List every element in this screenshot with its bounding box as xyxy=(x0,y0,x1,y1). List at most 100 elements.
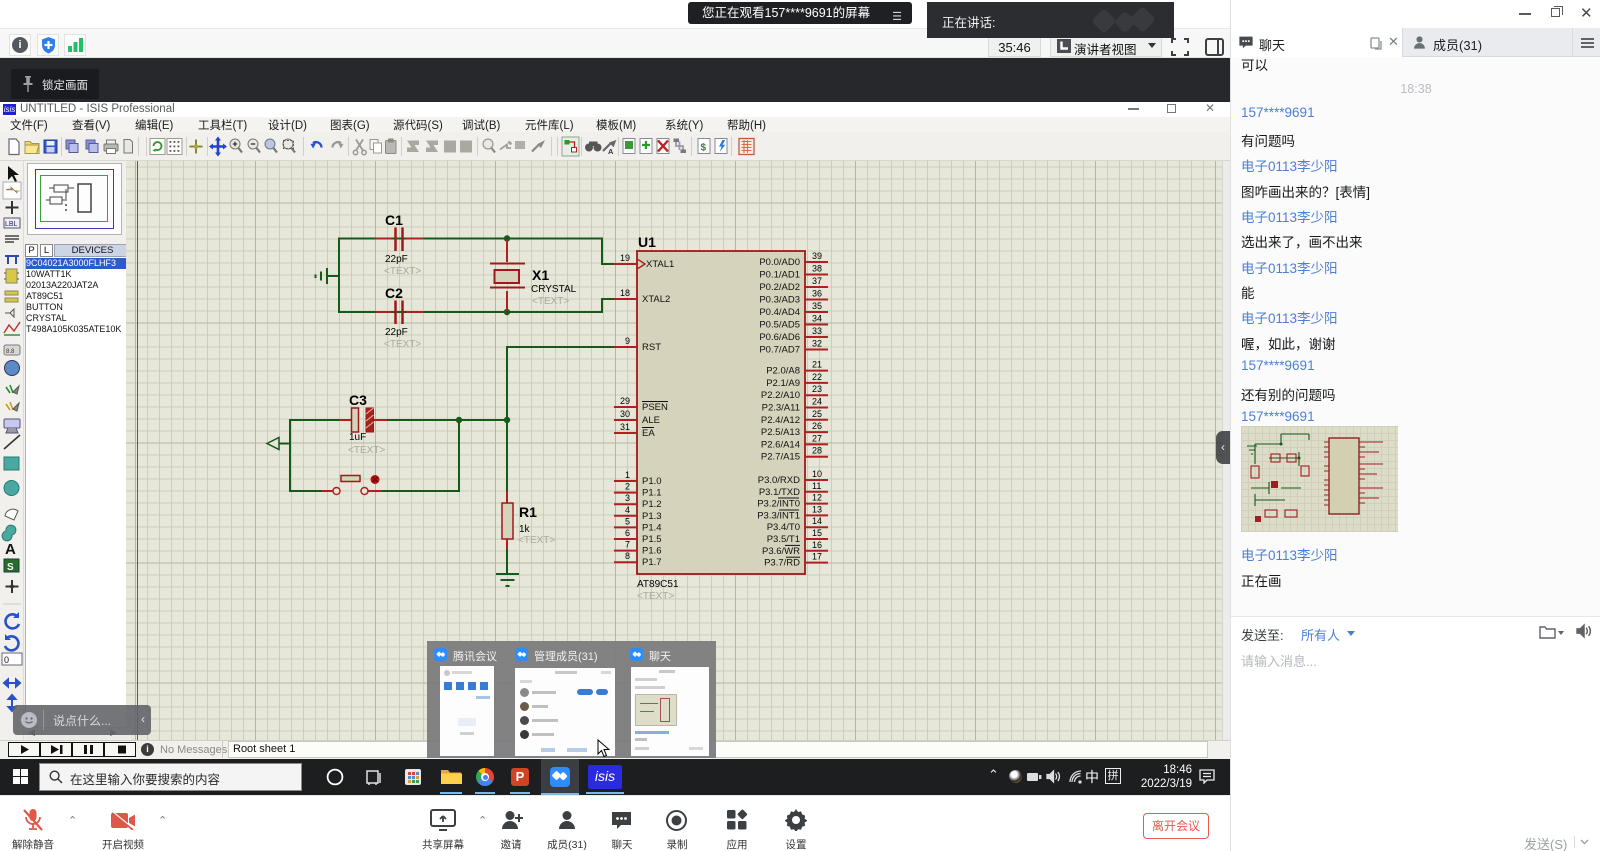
svg-text:P0.5/AD5: P0.5/AD5 xyxy=(759,320,800,331)
svg-text:22pF: 22pF xyxy=(385,327,408,338)
svg-text:P0.4/AD4: P0.4/AD4 xyxy=(759,307,800,318)
svg-text:24: 24 xyxy=(812,397,822,407)
svg-text:<TEXT>: <TEXT> xyxy=(518,535,555,546)
svg-text:19: 19 xyxy=(620,253,630,263)
svg-text:<TEXT>: <TEXT> xyxy=(384,339,421,350)
svg-text:3: 3 xyxy=(625,493,630,503)
svg-text:EA: EA xyxy=(642,428,655,439)
svg-text:P1.4: P1.4 xyxy=(642,522,662,533)
svg-text:1k: 1k xyxy=(519,524,531,535)
svg-text:1uF: 1uF xyxy=(349,432,366,443)
svg-text:XTAL1: XTAL1 xyxy=(646,259,674,270)
svg-text:1: 1 xyxy=(625,470,630,480)
svg-text:<TEXT>: <TEXT> xyxy=(348,445,385,456)
svg-text:LBL: LBL xyxy=(5,221,18,228)
svg-text:15: 15 xyxy=(812,528,822,538)
svg-text:P1.0: P1.0 xyxy=(642,476,662,487)
svg-text:<TEXT>: <TEXT> xyxy=(532,296,569,307)
svg-text:A: A xyxy=(5,541,16,558)
svg-text:31: 31 xyxy=(620,422,630,432)
svg-text:R1: R1 xyxy=(519,504,537,520)
svg-text:P3.4/T0: P3.4/T0 xyxy=(767,522,800,533)
svg-text:22pF: 22pF xyxy=(385,254,408,265)
svg-text:P2.5/A13: P2.5/A13 xyxy=(761,427,800,438)
svg-text:17: 17 xyxy=(812,552,822,562)
svg-text:14: 14 xyxy=(812,516,822,526)
svg-text:ALE: ALE xyxy=(642,415,660,426)
svg-text:34: 34 xyxy=(812,314,822,324)
svg-text:<TEXT>: <TEXT> xyxy=(384,266,421,277)
svg-text:P3.6/WR: P3.6/WR xyxy=(762,546,800,557)
svg-text:P2.7/A15: P2.7/A15 xyxy=(761,452,800,463)
svg-text:<TEXT>: <TEXT> xyxy=(637,591,674,602)
svg-text:P1.5: P1.5 xyxy=(642,534,662,545)
svg-text:U1: U1 xyxy=(638,234,656,250)
svg-text:2: 2 xyxy=(625,482,630,492)
svg-text:P2.6/A14: P2.6/A14 xyxy=(761,439,800,450)
svg-text:0: 0 xyxy=(4,655,9,665)
svg-text:23: 23 xyxy=(812,384,822,394)
svg-text:X1: X1 xyxy=(532,267,549,283)
svg-text:$: $ xyxy=(701,143,707,154)
svg-text:P0.1/AD1: P0.1/AD1 xyxy=(759,270,800,281)
svg-text:C3: C3 xyxy=(349,392,367,408)
svg-text:39: 39 xyxy=(812,251,822,261)
svg-text:P1.6: P1.6 xyxy=(642,546,662,557)
svg-text:P2.1/A9: P2.1/A9 xyxy=(766,378,800,389)
svg-text:11: 11 xyxy=(812,481,821,491)
svg-text:P3.7/RD: P3.7/RD xyxy=(764,558,800,569)
svg-text:9: 9 xyxy=(625,336,630,346)
svg-text:C2: C2 xyxy=(385,285,403,301)
svg-text:25: 25 xyxy=(812,409,822,419)
svg-text:P3.5/T1: P3.5/T1 xyxy=(767,534,800,545)
svg-text:CRYSTAL: CRYSTAL xyxy=(531,284,577,295)
svg-text:7: 7 xyxy=(625,540,630,550)
svg-text:38: 38 xyxy=(812,264,822,274)
svg-text:P2.4/A12: P2.4/A12 xyxy=(761,415,800,426)
svg-text:22: 22 xyxy=(812,372,822,382)
svg-text:P0.3/AD3: P0.3/AD3 xyxy=(759,295,800,306)
svg-text:P0.0/AD0: P0.0/AD0 xyxy=(759,257,800,268)
svg-text:P0.2/AD2: P0.2/AD2 xyxy=(759,282,800,293)
svg-text:P1.2: P1.2 xyxy=(642,499,662,510)
svg-text:16: 16 xyxy=(812,540,822,550)
svg-text:8: 8 xyxy=(625,551,630,561)
svg-text:C1: C1 xyxy=(385,212,403,228)
svg-text:RST: RST xyxy=(642,342,661,353)
svg-text:P1.3: P1.3 xyxy=(642,511,662,522)
svg-text:37: 37 xyxy=(812,276,822,286)
svg-text:6: 6 xyxy=(625,528,630,538)
svg-text:32: 32 xyxy=(812,339,822,349)
svg-text:P3.1/TXD: P3.1/TXD xyxy=(759,487,800,498)
svg-text:P2.2/A10: P2.2/A10 xyxy=(761,390,800,401)
svg-text:P0.7/AD7: P0.7/AD7 xyxy=(759,345,800,356)
svg-text:4: 4 xyxy=(625,505,630,515)
svg-text:5: 5 xyxy=(625,516,630,526)
svg-text:8.8: 8.8 xyxy=(6,349,15,355)
svg-text:P2.3/A11: P2.3/A11 xyxy=(762,403,800,414)
svg-text:PSEN: PSEN xyxy=(642,402,668,413)
svg-text:P3.0/RXD: P3.0/RXD xyxy=(758,475,800,486)
svg-text:28: 28 xyxy=(812,446,822,456)
svg-text:XTAL2: XTAL2 xyxy=(642,294,670,305)
svg-text:33: 33 xyxy=(812,326,822,336)
svg-text:36: 36 xyxy=(812,289,822,299)
svg-text:P1.1: P1.1 xyxy=(642,488,662,499)
svg-text:29: 29 xyxy=(620,396,630,406)
svg-text:S: S xyxy=(7,562,14,573)
svg-text:AT89C51: AT89C51 xyxy=(637,579,679,590)
svg-text:P3.2/INT0: P3.2/INT0 xyxy=(757,499,800,510)
svg-text:P1.7: P1.7 xyxy=(642,557,662,568)
svg-text:P3.3/INT1: P3.3/INT1 xyxy=(757,510,800,521)
svg-text:P2.0/A8: P2.0/A8 xyxy=(766,366,800,377)
svg-text:30: 30 xyxy=(620,409,630,419)
svg-text:18: 18 xyxy=(620,288,630,298)
svg-text:P0.6/AD6: P0.6/AD6 xyxy=(759,332,800,343)
svg-text:27: 27 xyxy=(812,433,822,443)
svg-text:13: 13 xyxy=(812,504,822,514)
svg-text:A: A xyxy=(608,147,614,156)
svg-text:26: 26 xyxy=(812,421,822,431)
svg-text:10: 10 xyxy=(812,469,822,479)
svg-text:35: 35 xyxy=(812,301,822,311)
svg-text:12: 12 xyxy=(812,493,822,503)
